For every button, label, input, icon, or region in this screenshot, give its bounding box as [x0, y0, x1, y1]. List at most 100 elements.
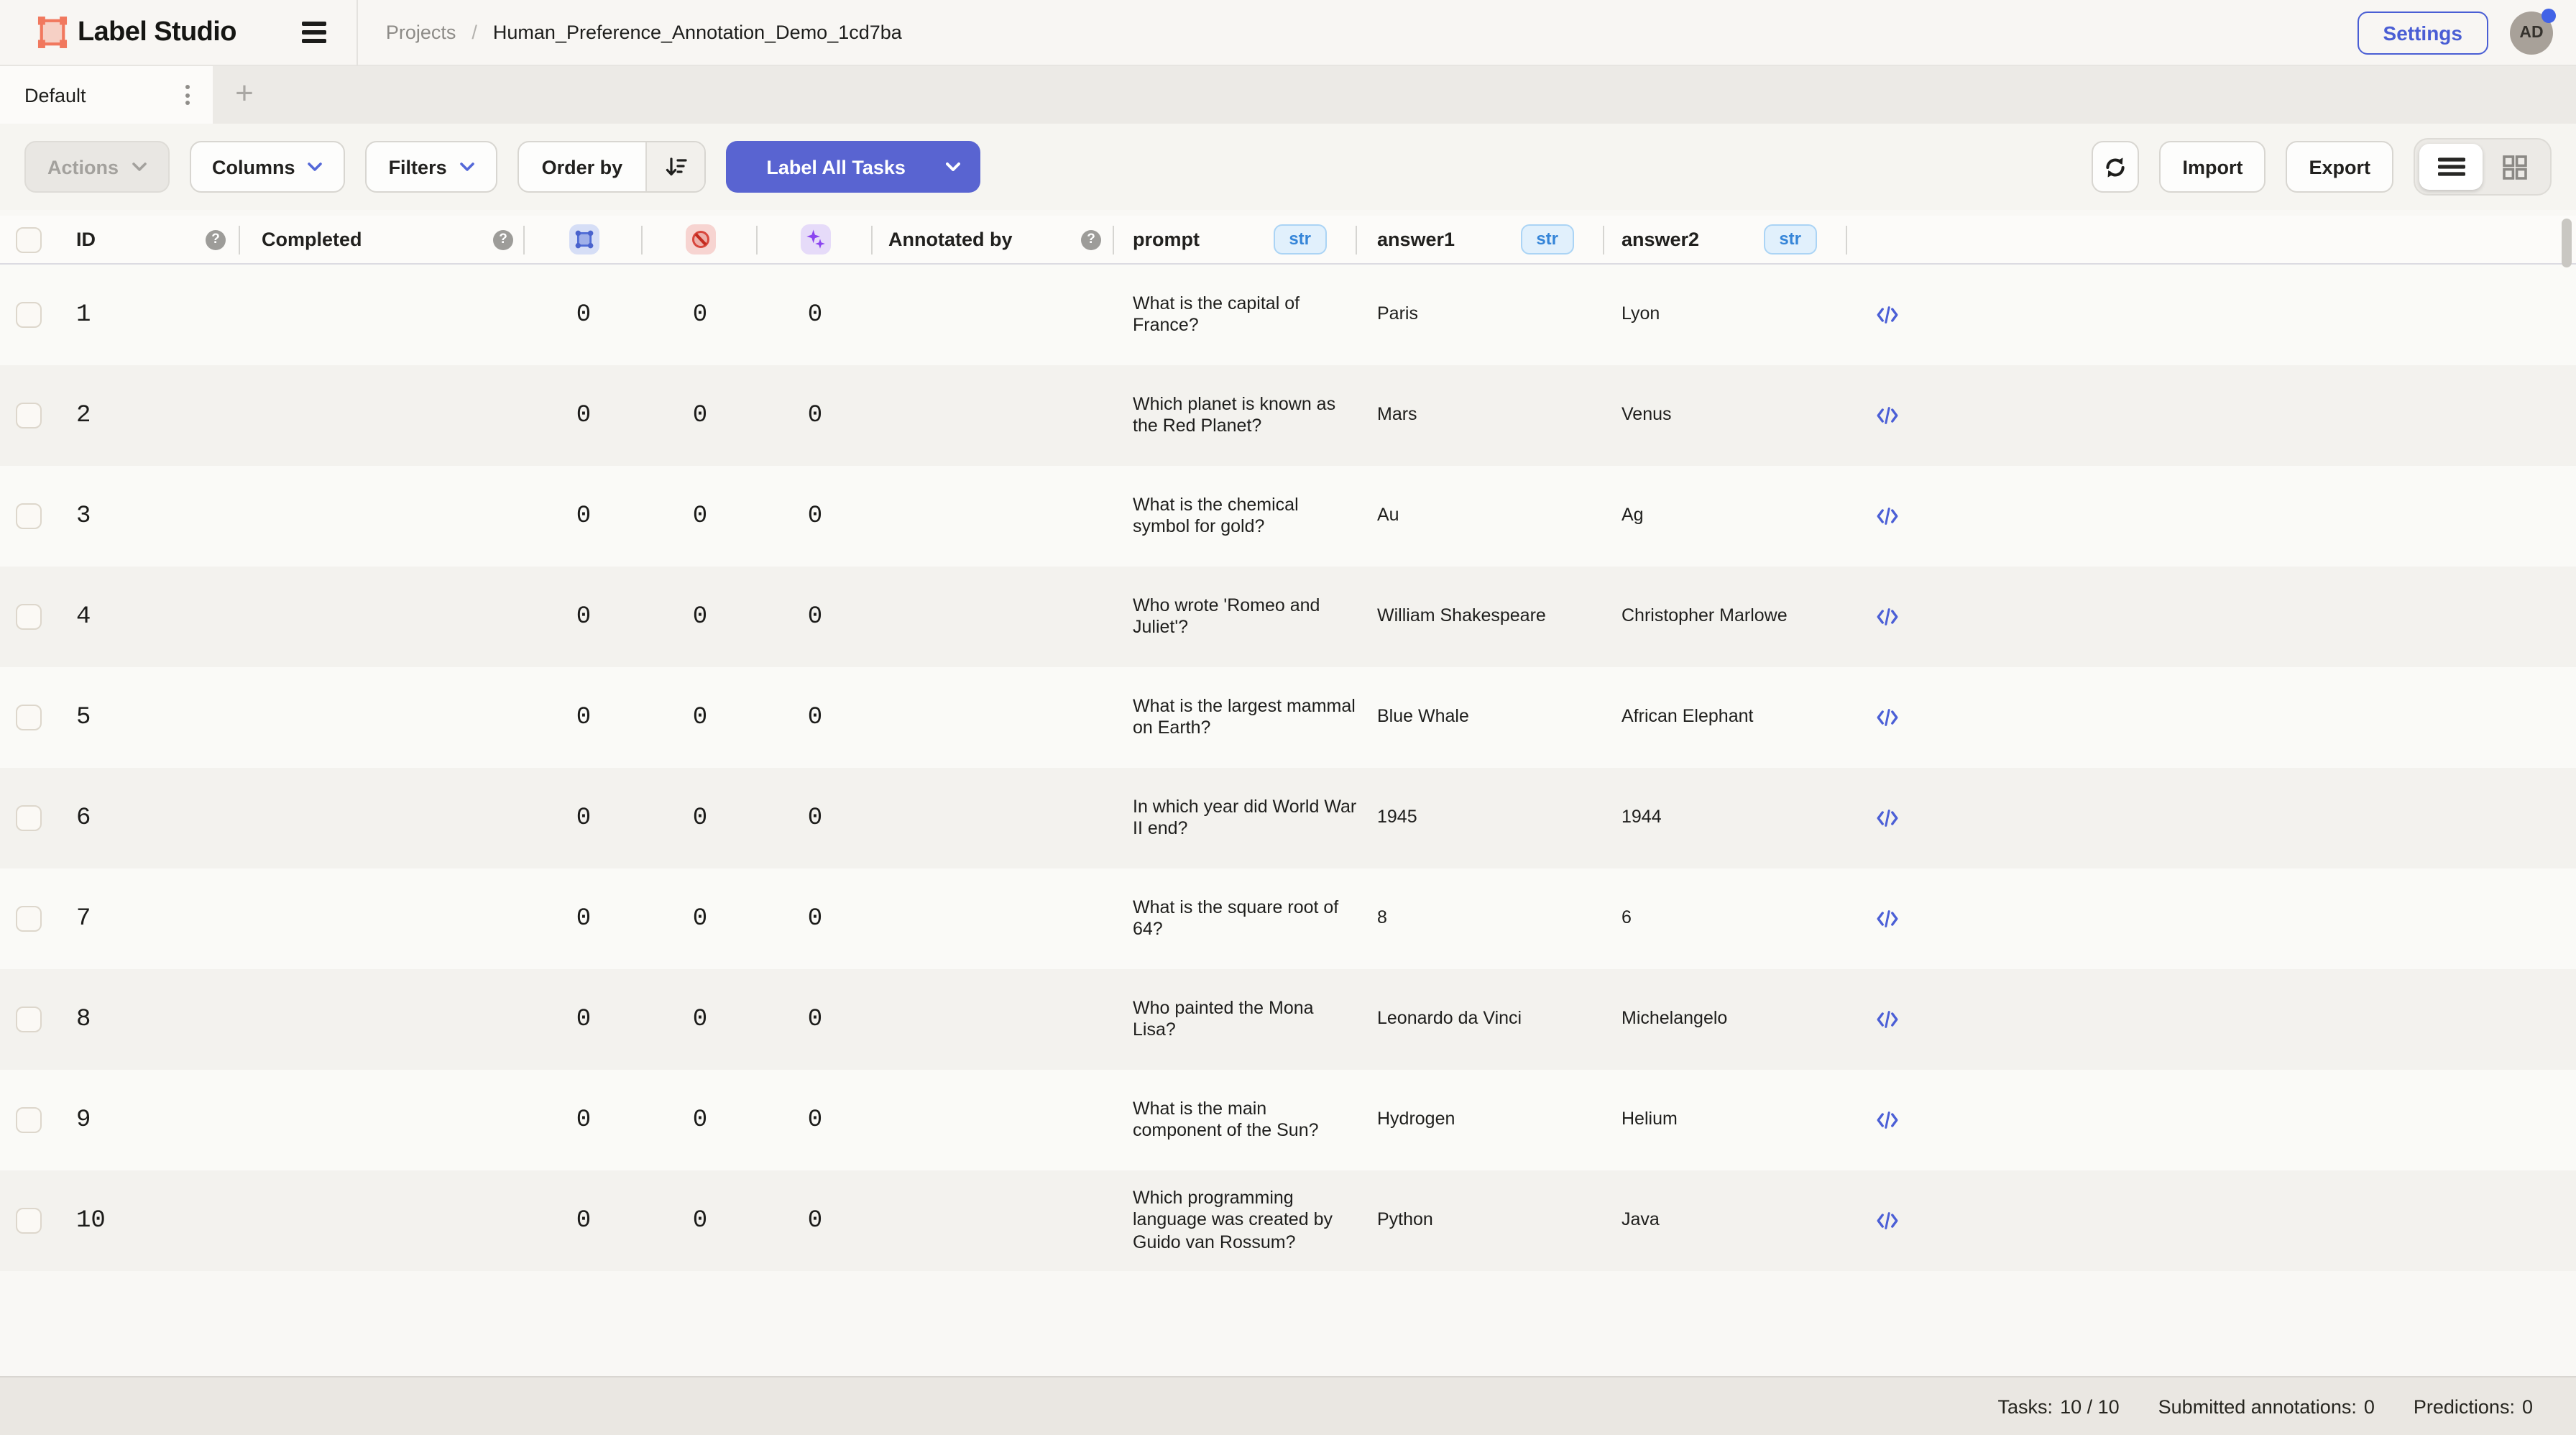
column-header-prompt[interactable]: prompt str — [1114, 216, 1357, 263]
bounding-box-logo-icon — [37, 16, 68, 49]
column-header-id[interactable]: ID ? — [63, 216, 240, 263]
row-checkbox[interactable] — [16, 1007, 42, 1032]
hamburger-menu-icon[interactable] — [291, 8, 340, 57]
avatar[interactable]: AD — [2510, 11, 2553, 54]
cancelled-annotations-count-cell: 0 — [643, 667, 758, 768]
answer1-cell: Paris — [1357, 265, 1604, 365]
sort-direction-button[interactable] — [645, 142, 704, 191]
show-source-code-icon[interactable] — [1876, 1009, 1899, 1030]
row-checkbox[interactable] — [16, 503, 42, 529]
show-source-code-icon[interactable] — [1876, 405, 1899, 426]
completed-cell — [240, 667, 525, 768]
table-body: 1 0 0 0 What is the capital of France? P… — [0, 265, 2576, 1271]
annotated-by-cell — [873, 868, 1114, 969]
table-row[interactable]: 10 0 0 0 Which programming language was … — [0, 1170, 2576, 1271]
notification-dot — [2542, 8, 2556, 22]
row-checkbox[interactable] — [16, 1107, 42, 1133]
show-source-code-icon[interactable] — [1876, 1211, 1899, 1231]
table-row[interactable]: 8 0 0 0 Who painted the Mona Lisa? Leona… — [0, 969, 2576, 1070]
row-checkbox[interactable] — [16, 906, 42, 932]
table-row[interactable]: 7 0 0 0 What is the square root of 64? 8… — [0, 868, 2576, 969]
column-header-cancelled-annotations[interactable] — [643, 216, 758, 263]
table-row[interactable]: 1 0 0 0 What is the capital of France? P… — [0, 265, 2576, 365]
filters-button[interactable]: Filters — [366, 141, 497, 193]
answer2-cell: African Elephant — [1604, 667, 1847, 768]
column-header-completed[interactable]: Completed ? — [240, 216, 525, 263]
help-icon[interactable]: ? — [206, 229, 226, 249]
label-studio-app: Label Studio Projects / Human_Preference… — [0, 0, 2576, 1435]
cancelled-annotations-count-cell: 0 — [643, 1070, 758, 1170]
settings-button[interactable]: Settings — [2358, 11, 2488, 54]
select-all-checkbox[interactable] — [16, 226, 42, 252]
cancelled-annotations-count-cell: 0 — [643, 868, 758, 969]
table-row[interactable]: 3 0 0 0 What is the chemical symbol for … — [0, 466, 2576, 567]
answer2-cell: Lyon — [1604, 265, 1847, 365]
list-view-button[interactable] — [2419, 144, 2483, 190]
task-id-cell: 1 — [63, 265, 240, 365]
annotations-count-cell: 0 — [525, 969, 643, 1070]
row-checkbox[interactable] — [16, 403, 42, 428]
completed-cell — [240, 365, 525, 466]
column-header-predictions[interactable] — [758, 216, 873, 263]
help-icon[interactable]: ? — [493, 229, 513, 249]
column-header-answer2[interactable]: answer2 str — [1604, 216, 1847, 263]
task-id-cell: 6 — [63, 768, 240, 868]
add-tab-button[interactable]: + — [213, 66, 276, 124]
grid-view-button[interactable] — [2483, 144, 2546, 190]
table-row[interactable]: 9 0 0 0 What is the main component of th… — [0, 1070, 2576, 1170]
prompt-cell: What is the chemical symbol for gold? — [1114, 466, 1357, 567]
predictions-count-cell: 0 — [758, 365, 873, 466]
import-button[interactable]: Import — [2159, 141, 2266, 193]
actions-button[interactable]: Actions — [24, 141, 169, 193]
show-source-code-icon[interactable] — [1876, 808, 1899, 828]
completed-cell — [240, 1070, 525, 1170]
label-all-tasks-button[interactable]: Label All Tasks — [726, 141, 980, 193]
row-checkbox[interactable] — [16, 302, 42, 328]
row-checkbox[interactable] — [16, 1208, 42, 1234]
table-row[interactable]: 5 0 0 0 What is the largest mammal on Ea… — [0, 667, 2576, 768]
breadcrumb: Projects / Human_Preference_Annotation_D… — [386, 22, 902, 43]
row-checkbox[interactable] — [16, 604, 42, 630]
cancelled-annotations-count-cell: 0 — [643, 567, 758, 667]
label-studio-logo[interactable]: Label Studio — [0, 16, 236, 49]
breadcrumb-projects-link[interactable]: Projects — [386, 22, 456, 43]
column-header-annotations[interactable] — [525, 216, 643, 263]
order-by-button: Order by — [518, 141, 707, 193]
show-source-code-icon[interactable] — [1876, 607, 1899, 627]
top-header: Label Studio Projects / Human_Preference… — [0, 0, 2576, 66]
predictions-count-cell: 0 — [758, 1170, 873, 1271]
tab-kebab-menu-icon[interactable] — [177, 76, 198, 114]
row-select-cell — [0, 265, 63, 365]
columns-button[interactable]: Columns — [189, 141, 346, 193]
import-label: Import — [2182, 156, 2242, 178]
column-header-answer1[interactable]: answer1 str — [1357, 216, 1604, 263]
answer1-cell: Leonardo da Vinci — [1357, 969, 1604, 1070]
completed-cell — [240, 1170, 525, 1271]
table-row[interactable]: 4 0 0 0 Who wrote 'Romeo and Juliet'? Wi… — [0, 567, 2576, 667]
column-header-annotated-by[interactable]: Annotated by ? — [873, 216, 1114, 263]
show-source-code-icon[interactable] — [1876, 909, 1899, 929]
row-checkbox[interactable] — [16, 805, 42, 831]
table-header-row: ID ? Completed ? — [0, 216, 2576, 265]
prompt-column-label: prompt — [1133, 229, 1200, 250]
refresh-button[interactable] — [2092, 141, 2139, 193]
annotations-count-cell: 0 — [525, 1070, 643, 1170]
export-button[interactable]: Export — [2286, 141, 2393, 193]
show-source-code-icon[interactable] — [1876, 707, 1899, 728]
annotated-by-cell — [873, 1070, 1114, 1170]
source-cell — [1847, 365, 2576, 466]
help-icon[interactable]: ? — [1081, 229, 1101, 249]
table-row[interactable]: 2 0 0 0 Which planet is known as the Red… — [0, 365, 2576, 466]
show-source-code-icon[interactable] — [1876, 1110, 1899, 1130]
cancelled-annotations-count-cell: 0 — [643, 365, 758, 466]
predictions-count-cell: 0 — [758, 1070, 873, 1170]
show-source-code-icon[interactable] — [1876, 305, 1899, 325]
show-source-code-icon[interactable] — [1876, 506, 1899, 526]
prompt-cell: Who painted the Mona Lisa? — [1114, 969, 1357, 1070]
vertical-scrollbar-thumb[interactable] — [2562, 219, 2572, 267]
table-row[interactable]: 6 0 0 0 In which year did World War II e… — [0, 768, 2576, 868]
row-checkbox[interactable] — [16, 705, 42, 730]
order-by-label-button[interactable]: Order by — [519, 142, 646, 191]
annotated-by-cell — [873, 466, 1114, 567]
tab-default[interactable]: Default — [0, 66, 213, 124]
